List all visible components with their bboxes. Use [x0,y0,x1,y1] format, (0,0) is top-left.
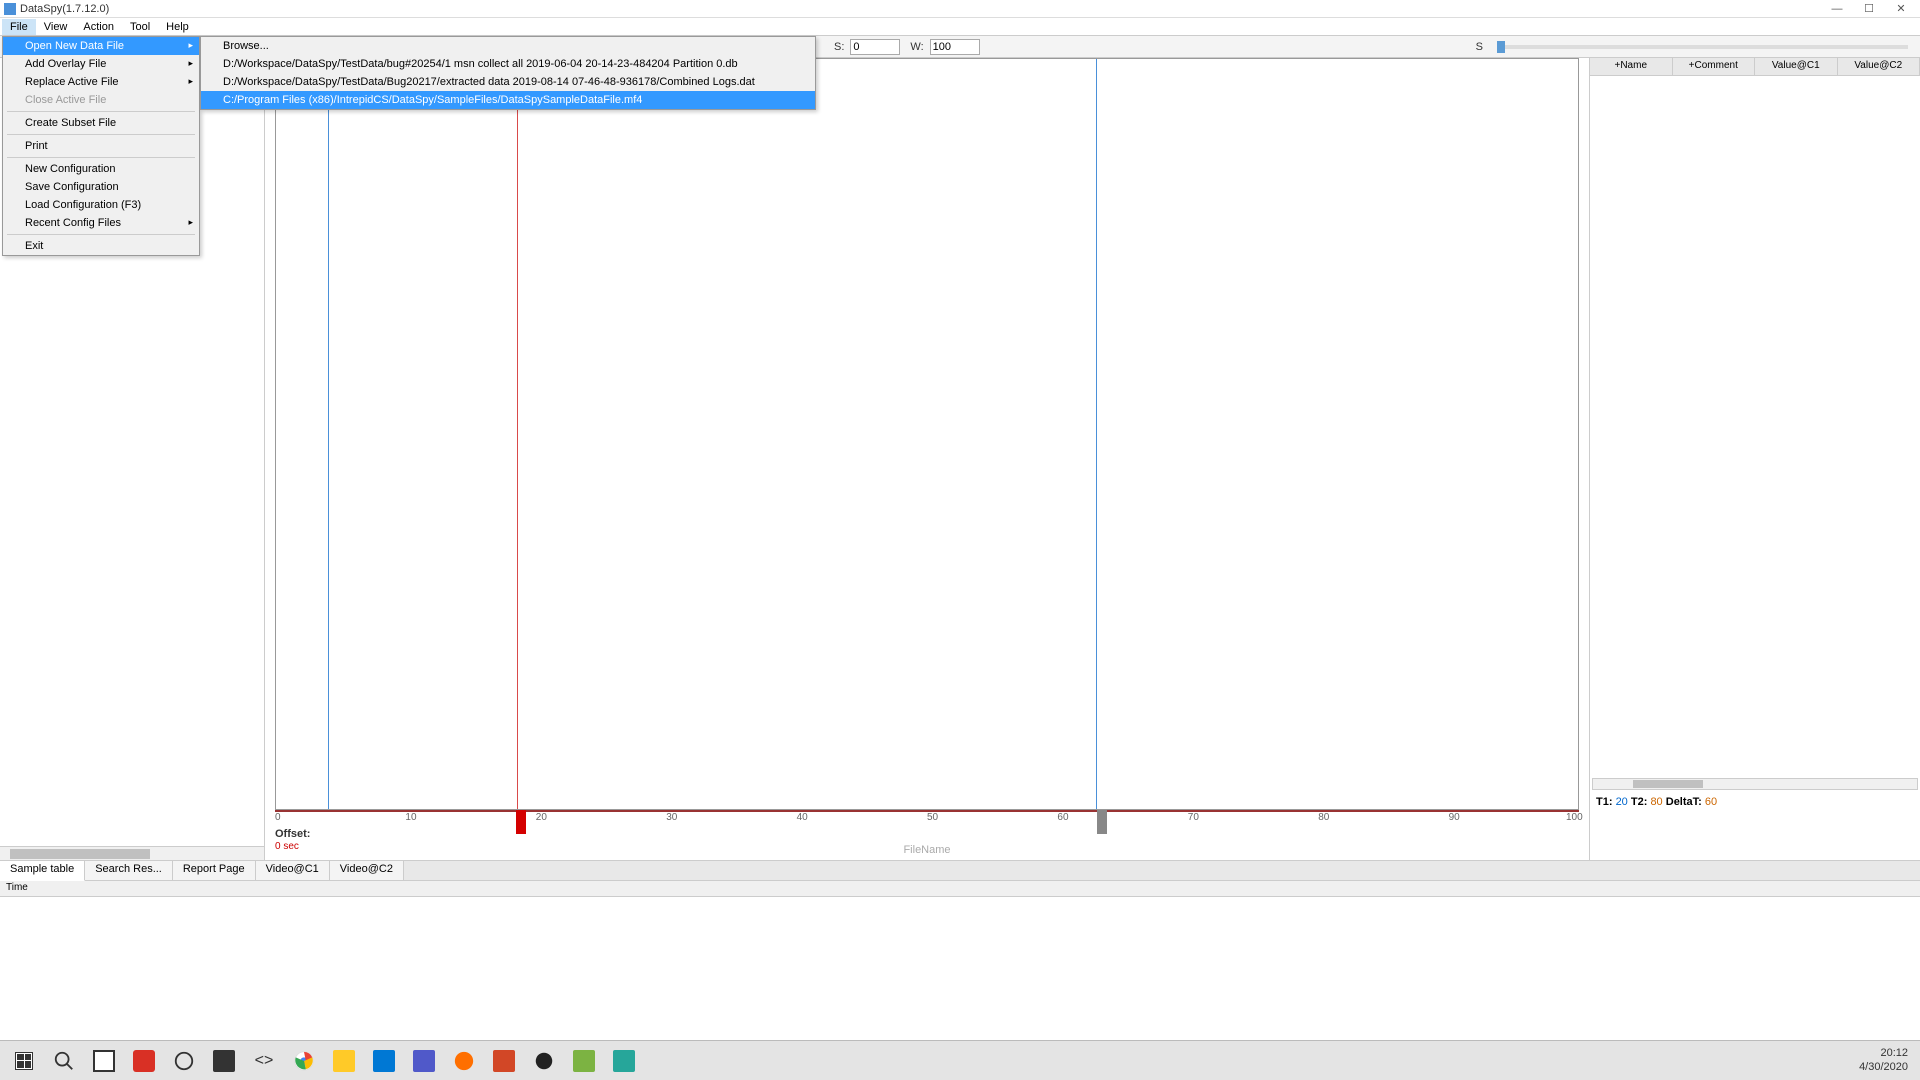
taskbar-app-red[interactable] [128,1045,160,1077]
menu-new-configuration[interactable]: New Configuration [3,160,199,178]
taskbar-app-teal[interactable] [608,1045,640,1077]
menu-separator [7,134,195,135]
col-value-c1[interactable]: Value@C1 [1755,58,1838,75]
windows-taskbar: <> 20:12 4/30/2020 [0,1040,1920,1080]
submenu-recent-file-2[interactable]: D:/Workspace/DataSpy/TestData/Bug20217/e… [201,73,815,91]
zoom-slider[interactable] [1497,45,1908,49]
system-clock[interactable]: 20:12 4/30/2020 [1859,1047,1916,1073]
search-icon[interactable] [48,1045,80,1077]
col-comment[interactable]: +Comment [1673,58,1756,75]
menu-create-subset-file[interactable]: Create Subset File [3,114,199,132]
col-value-c2[interactable]: Value@C2 [1838,58,1920,75]
menu-save-configuration[interactable]: Save Configuration [3,178,199,196]
submenu-arrow-icon: ▸ [188,217,193,228]
menu-open-new-data-file[interactable]: Open New Data File ▸ [3,37,199,55]
left-panel-scrollbar[interactable] [0,846,264,860]
window-controls: — ☐ ✕ [1830,2,1908,16]
title-bar: DataSpy(1.7.12.0) — ☐ ✕ [0,0,1920,18]
offset-row: Offset: 0 sec [275,828,310,852]
menu-exit[interactable]: Exit [3,237,199,255]
menu-bar: File View Action Tool Help [0,18,1920,36]
graph-area: Graph 10 0 10 20 30 40 50 60 70 80 90 10… [265,58,1590,860]
menu-add-overlay-file[interactable]: Add Overlay File ▸ [3,55,199,73]
right-panel-header: +Name +Comment Value@C1 Value@C2 [1590,58,1920,76]
main-area: Graph 10 0 10 20 30 40 50 60 70 80 90 10… [0,58,1920,860]
menu-file[interactable]: File [2,19,36,35]
teams-icon[interactable] [408,1045,440,1077]
right-panel: +Name +Comment Value@C1 Value@C2 T1: 20 … [1590,58,1920,860]
close-button[interactable]: ✕ [1894,2,1908,16]
menu-recent-config-files[interactable]: Recent Config Files ▸ [3,214,199,232]
taskbar-app-green[interactable] [568,1045,600,1077]
bottom-panel: Sample table Search Res... Report Page V… [0,860,1920,1040]
tab-report-page[interactable]: Report Page [173,861,256,880]
menu-replace-active-file[interactable]: Replace Active File ▸ [3,73,199,91]
menu-separator [7,111,195,112]
timeline-marker-red[interactable] [516,810,526,834]
menu-load-configuration[interactable]: Load Configuration (F3) [3,196,199,214]
menu-separator [7,234,195,235]
menu-close-active-file: Close Active File [3,91,199,109]
recent-files-submenu: Browse... D:/Workspace/DataSpy/TestData/… [200,36,816,110]
timeline[interactable]: 0 10 20 30 40 50 60 70 80 90 100 [275,810,1579,830]
right-panel-scrollbar[interactable] [1592,778,1918,790]
tab-search-results[interactable]: Search Res... [85,861,173,880]
s-input[interactable] [850,39,900,55]
s-label: S: [834,41,844,53]
submenu-arrow-icon: ▸ [188,40,193,51]
taskbar-app-circle[interactable] [168,1045,200,1077]
slider-s-label: S [1476,41,1483,53]
tab-video-c2[interactable]: Video@C2 [330,861,404,880]
submenu-browse[interactable]: Browse... [201,37,815,55]
taskbar-app-code[interactable]: <> [248,1045,280,1077]
menu-print[interactable]: Print [3,137,199,155]
cursor-line-1[interactable] [328,59,329,809]
graph-canvas[interactable] [275,58,1579,810]
menu-separator [7,157,195,158]
taskbar-app-dark[interactable] [208,1045,240,1077]
cursor-line-3[interactable] [1096,59,1097,809]
bottom-tabs: Sample table Search Res... Report Page V… [0,861,1920,881]
clock-time: 20:12 [1859,1047,1908,1060]
submenu-arrow-icon: ▸ [188,58,193,69]
window-title: DataSpy(1.7.12.0) [20,3,1830,15]
mail-icon[interactable] [368,1045,400,1077]
scrollbar-thumb[interactable] [1633,780,1703,788]
tab-video-c1[interactable]: Video@C1 [256,861,330,880]
start-button[interactable] [8,1045,40,1077]
offset-label: Offset: [275,828,310,840]
powerpoint-icon[interactable] [488,1045,520,1077]
menu-help[interactable]: Help [158,19,197,35]
bottom-table-header: Time [0,881,1920,897]
submenu-arrow-icon: ▸ [188,76,193,87]
taskbar-app-orange[interactable] [448,1045,480,1077]
slider-thumb[interactable] [1497,41,1505,53]
menu-tool[interactable]: Tool [122,19,158,35]
menu-action[interactable]: Action [75,19,122,35]
submenu-recent-file-3[interactable]: C:/Program Files (x86)/IntrepidCS/DataSp… [201,91,815,109]
w-label: W: [910,41,923,53]
task-view-icon[interactable] [88,1045,120,1077]
col-name[interactable]: +Name [1590,58,1673,75]
scrollbar-thumb[interactable] [10,849,150,859]
app-icon [4,3,16,15]
timeline-marker-gray[interactable] [1097,810,1107,834]
filename-label: FileName [903,844,950,856]
file-explorer-icon[interactable] [328,1045,360,1077]
w-input[interactable] [930,39,980,55]
maximize-button[interactable]: ☐ [1862,2,1876,16]
offset-value: 0 sec [275,841,299,852]
minimize-button[interactable]: — [1830,2,1844,16]
cursor-line-2[interactable] [517,59,518,809]
menu-view[interactable]: View [36,19,76,35]
chrome-icon[interactable] [288,1045,320,1077]
taskbar-app-black-circle[interactable] [528,1045,560,1077]
submenu-recent-file-1[interactable]: D:/Workspace/DataSpy/TestData/bug#20254/… [201,55,815,73]
cursor-info: T1: 20 T2: 80 DeltaT: 60 [1590,792,1920,812]
clock-date: 4/30/2020 [1859,1061,1908,1074]
file-menu-dropdown: Open New Data File ▸ Add Overlay File ▸ … [2,36,200,256]
tab-sample-table[interactable]: Sample table [0,861,85,881]
